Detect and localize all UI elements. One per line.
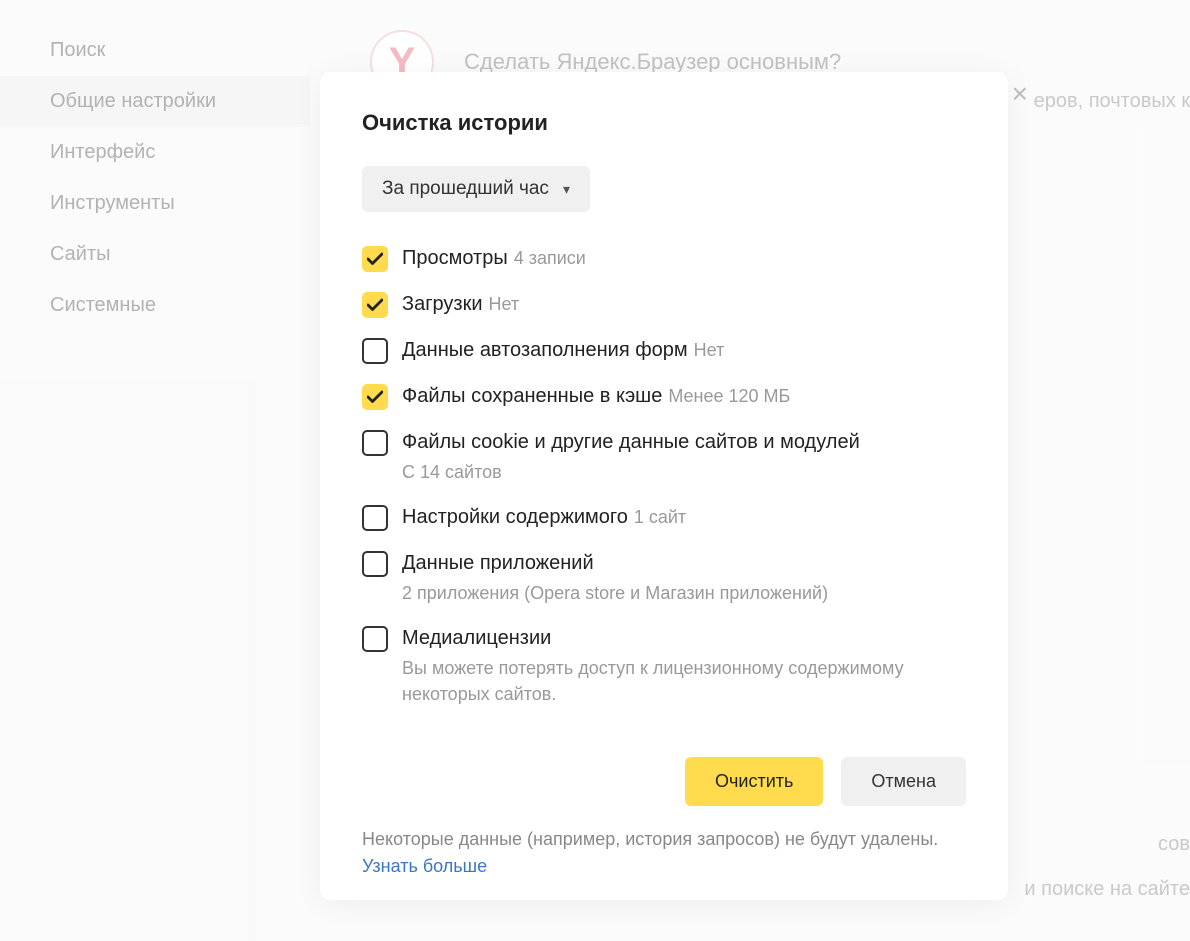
option-body: Данные приложений 2 приложения (Opera sto… (402, 551, 966, 606)
option-label: Файлы сохраненные в кэше (402, 385, 662, 407)
checkbox[interactable] (362, 430, 388, 456)
clear-options-list: Просмотры4 записиЗагрузкиНетДанные автоз… (362, 246, 966, 727)
option-label: Данные приложений (402, 552, 594, 574)
close-icon[interactable]: × (1012, 78, 1028, 110)
clear-button[interactable]: Очистить (685, 757, 823, 806)
checkbox[interactable] (362, 338, 388, 364)
option-hint: С 14 сайтов (402, 460, 966, 485)
dialog-buttons: Очистить Отмена (362, 757, 966, 806)
option-label: Данные автозаполнения форм (402, 339, 688, 361)
option-label: Настройки содержимого (402, 506, 628, 528)
option-body: Данные автозаполнения форм Нет (402, 338, 966, 362)
clear-option[interactable]: Просмотры 4 записи (362, 246, 966, 272)
option-label: Медиалицензии (402, 627, 551, 649)
checkbox[interactable] (362, 626, 388, 652)
option-hint: 2 приложения (Opera store и Магазин прил… (402, 581, 966, 606)
clear-option[interactable]: Данные автозаполнения форм Нет (362, 338, 966, 364)
time-range-select[interactable]: За прошедший час ▾ (362, 166, 590, 212)
option-label: Загрузки (402, 293, 483, 315)
dialog-title: Очистка истории (362, 110, 966, 136)
checkbox[interactable] (362, 246, 388, 272)
checkbox[interactable] (362, 551, 388, 577)
footer-note-text: Некоторые данные (например, история запр… (362, 829, 938, 849)
option-body: Настройки содержимого 1 сайт (402, 505, 966, 529)
option-body: Файлы сохраненные в кэше Менее 120 МБ (402, 384, 966, 408)
checkbox[interactable] (362, 292, 388, 318)
option-body: Просмотры 4 записи (402, 246, 966, 270)
checkbox[interactable] (362, 505, 388, 531)
clear-option[interactable]: Файлы сохраненные в кэше Менее 120 МБ (362, 384, 966, 410)
option-hint: Нет (489, 294, 520, 314)
option-label: Файлы cookie и другие данные сайтов и мо… (402, 431, 860, 453)
option-body: Файлы cookie и другие данные сайтов и мо… (402, 430, 966, 485)
clear-option[interactable]: Настройки содержимого 1 сайт (362, 505, 966, 531)
option-hint: Вы можете потерять доступ к лицензионном… (402, 656, 966, 706)
cancel-button[interactable]: Отмена (841, 757, 966, 806)
clear-option[interactable]: Файлы cookie и другие данные сайтов и мо… (362, 430, 966, 485)
time-range-value: За прошедший час (382, 178, 549, 200)
option-label: Просмотры (402, 247, 508, 269)
footer-note: Некоторые данные (например, история запр… (362, 826, 966, 880)
option-body: Загрузки Нет (402, 292, 966, 316)
clear-option[interactable]: Загрузки Нет (362, 292, 966, 318)
option-hint: Нет (694, 340, 725, 360)
checkbox[interactable] (362, 384, 388, 410)
learn-more-link[interactable]: Узнать больше (362, 856, 487, 876)
chevron-down-icon: ▾ (563, 181, 570, 198)
clear-option[interactable]: Данные приложений 2 приложения (Opera sto… (362, 551, 966, 606)
option-body: Медиалицензии Вы можете потерять доступ к… (402, 626, 966, 706)
option-hint: 4 записи (514, 248, 586, 268)
option-hint: 1 сайт (634, 507, 686, 527)
clear-history-dialog: × Очистка истории За прошедший час ▾ Про… (320, 72, 1008, 900)
option-hint: Менее 120 МБ (668, 386, 790, 406)
clear-option[interactable]: Медиалицензии Вы можете потерять доступ к… (362, 626, 966, 706)
